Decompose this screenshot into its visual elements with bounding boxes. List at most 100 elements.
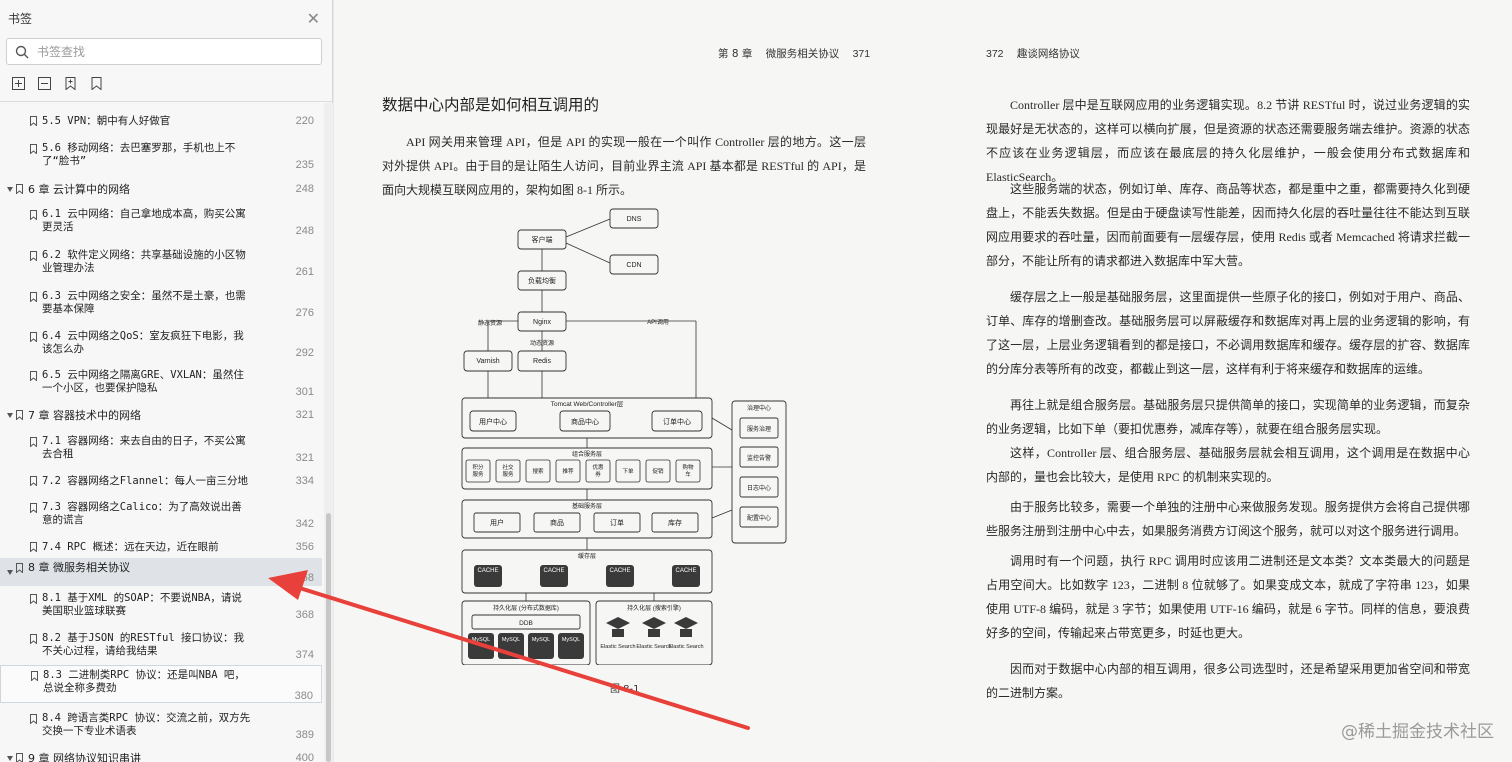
document-viewer: 第 8 章 微服务相关协议 371 数据中心内部是如何相互调用的 API 网关用…: [334, 0, 1512, 762]
bookmark-search-box[interactable]: [6, 38, 322, 65]
collapse-caret-icon[interactable]: [7, 569, 13, 575]
bookmark-icon[interactable]: [88, 75, 104, 91]
bookmark-title: 6.5 云中网络之隔离GRE、VXLAN：虽然住一个小区，也要保护隐私: [42, 369, 244, 394]
bookmark-icon: [16, 410, 23, 421]
bookmark-chapter[interactable]: 7 章 容器技术中的网络 321: [0, 405, 322, 425]
bookmark-item[interactable]: 7.2 容器网络之Flannel：每人一亩三分地 334: [0, 471, 322, 491]
collapse-all-icon[interactable]: [36, 75, 52, 91]
bookmark-item[interactable]: 6.2 软件定义网络：共享基础设施的小区物业管理办法 261: [0, 246, 322, 280]
bookmark-icon: [31, 671, 38, 682]
fig-monitor: 监控告警: [747, 454, 771, 462]
fig-persist1: 持久化层 (分布式数据库): [493, 604, 559, 612]
bookmark-item[interactable]: 8.2 基于JSON 的RESTful 接口协议：我不关心过程，请给我结果 37…: [0, 629, 322, 663]
bookmark-icon: [30, 332, 37, 343]
collapse-caret-icon[interactable]: [7, 755, 13, 761]
bookmark-title: 5.6 移动网络：去巴塞罗那，手机也上不了“脸书”: [42, 142, 236, 167]
bookmark-icon: [30, 144, 37, 155]
bookmark-list: 5.5 VPN：朝中有人好做官 220 5.6 移动网络：去巴塞罗那，手机也上不了“…: [0, 103, 322, 762]
bookmark-title: 6.2 软件定义网络：共享基础设施的小区物业管理办法: [42, 249, 246, 274]
bookmark-item[interactable]: 7.1 容器网络：来去自由的日子，不买公寓去合租 321: [0, 432, 322, 466]
bookmark-title: 8.3 二进制类RPC 协议：还是叫NBA 吧，总说全称多费劲: [43, 669, 245, 694]
fig-combo-box: [675, 459, 701, 483]
bookmark-item[interactable]: 6.3 云中网络之安全：虽然不是土豪，也需要基本保障 276: [0, 287, 322, 321]
bookmark-item[interactable]: 8.1 基于XML 的SOAP：不要说NBA，请说美国职业篮球联赛 368: [0, 589, 322, 623]
fig-nginx: Nginx: [533, 319, 551, 326]
bookmark-item[interactable]: 6.4 云中网络之QoS：室友疯狂下电影，我该怎么办 292: [0, 327, 322, 361]
paragraph: 由于服务比较多，需要一个单独的注册中心来做服务发现。服务提供方会将自己提供哪些服…: [986, 500, 1470, 538]
bookmark-page-number: 356: [295, 540, 314, 553]
fig-combo-box: [585, 459, 611, 483]
bookmark-item[interactable]: 7.4 RPC 概述：远在天边，近在眼前 356: [0, 537, 322, 557]
scrollbar-thumb[interactable]: [326, 513, 331, 762]
sidebar-scrollbar[interactable]: [324, 103, 333, 762]
bookmark-chapter[interactable]: 6 章 云计算中的网络 248: [0, 179, 322, 199]
fig-mysql-1: MySQL: [502, 637, 520, 643]
paragraph: API 网关用来管理 API，但是 API 的实现一般在一个叫作 Control…: [382, 135, 866, 197]
bookmark-item[interactable]: 6.5 云中网络之隔离GRE、VXLAN：虽然住一个小区，也要保护隐私 301: [0, 366, 322, 400]
bookmark-item[interactable]: 7.3 容器网络之Calico：为了高效说出善意的谎言 342: [0, 498, 322, 532]
fig-es-2: Elastic Search: [668, 644, 703, 650]
fig-dynamic: 动态资源: [530, 339, 554, 347]
collapse-caret-icon[interactable]: [7, 186, 13, 192]
fig-combo-box: [495, 459, 521, 483]
bookmark-title: 7 章 容器技术中的网络: [28, 408, 141, 422]
header-chapter: 第 8 章: [718, 48, 753, 60]
bookmark-title: 9 章 网络协议知识串讲: [28, 751, 141, 762]
bookmark-title: 6.3 云中网络之安全：虽然不是土豪，也需要基本保障: [42, 290, 246, 315]
expand-all-icon[interactable]: [10, 75, 26, 91]
bookmark-chapter[interactable]: 8 章 微服务相关协议 368: [0, 558, 322, 586]
pdf-reader-window: 书签 ✕ 5.5 VPN：朝中有人好做官 220 5.6 移动网络：去巴塞罗那，手机…: [0, 0, 1512, 762]
fig-product-center: 商品中心: [571, 417, 599, 426]
bookmark-icon: [16, 753, 23, 762]
fig-combo-layer: 组合服务层: [572, 450, 602, 458]
bookmark-page-number: 342: [295, 518, 314, 530]
paragraph: 调用时有一个问题，执行 RPC 调用时应该用二进制还是文本类？文本类最大的问题是…: [986, 554, 1470, 640]
paragraph: 因而对于数据中心内部的相互调用，很多公司选型时，还是希望采用更加省空间和带宽的二…: [986, 662, 1470, 700]
fig-cache-2: CACHE: [609, 568, 630, 574]
fig-base-2: 订单: [610, 518, 624, 527]
fig-cdn: CDN: [626, 262, 641, 269]
fig-cache-1: CACHE: [543, 568, 564, 574]
bookmark-page-number: 220: [295, 114, 314, 127]
bookmark-search-input[interactable]: [37, 44, 297, 59]
bookmark-title: 7.3 容器网络之Calico：为了高效说出善意的谎言: [42, 501, 242, 526]
bookmark-item[interactable]: 6.1 云中网络：自己拿地成本高，购买公寓更灵活 248: [0, 205, 322, 239]
fig-user-center: 用户中心: [479, 417, 507, 426]
fig-es-1: Elastic Search: [636, 644, 671, 650]
bookmark-icon: [30, 714, 37, 725]
fig-persist2: 持久化层 (搜索引擎): [627, 604, 681, 612]
bookmark-page-number: 301: [295, 386, 314, 398]
fig-redis: Redis: [533, 358, 551, 365]
search-icon: [15, 45, 29, 58]
bookmark-item[interactable]: 5.5 VPN：朝中有人好做官 220: [0, 111, 322, 131]
bookmark-page-number: 389: [295, 729, 314, 741]
bookmark-page-number: 248: [295, 225, 314, 237]
fig-svc-gov: 服务治理: [747, 425, 771, 433]
sidebar-title: 书签: [8, 11, 33, 26]
bookmark-item[interactable]: 8.4 跨语言类RPC 协议：交流之前，双方先交换一下专业术语表 389: [0, 709, 322, 743]
bookmark-item[interactable]: 5.6 移动网络：去巴塞罗那，手机也上不了“脸书” 235: [0, 139, 322, 173]
bookmark-icon: [30, 251, 37, 262]
bookmark-title: 5.5 VPN：朝中有人好做官: [42, 114, 171, 127]
fig-cache-0: CACHE: [477, 568, 498, 574]
bookmark-icon: [30, 594, 37, 605]
bookmark-title: 8.4 跨语言类RPC 协议：交流之前，双方先交换一下专业术语表: [42, 712, 251, 737]
bookmark-item[interactable]: 8.3 二进制类RPC 协议：还是叫NBA 吧，总说全称多费劲 380: [0, 665, 322, 703]
paragraph: 这些服务端的状态，例如订单、库存、商品等状态，都是重中之重，都需要持久化到硬盘上…: [986, 182, 1470, 268]
bookmark-page-number: 248: [295, 182, 314, 195]
bookmark-page-number: 292: [295, 347, 314, 359]
fig-combo-label: 下单: [622, 467, 634, 475]
add-bookmark-icon[interactable]: [62, 75, 78, 91]
bookmark-page-number: 380: [294, 690, 313, 702]
bookmark-sidebar: 书签 ✕ 5.5 VPN：朝中有人好做官 220 5.6 移动网络：去巴塞罗那，手机…: [0, 0, 333, 762]
bookmark-title: 6.4 云中网络之QoS：室友疯狂下电影，我该怎么办: [42, 330, 244, 355]
collapse-caret-icon[interactable]: [7, 412, 13, 418]
bookmark-icon: [30, 634, 37, 645]
close-icon[interactable]: ✕: [307, 9, 320, 28]
bookmark-chapter[interactable]: 9 章 网络协议知识串讲 400: [0, 748, 322, 762]
bookmark-title: 6.1 云中网络：自己拿地成本高，购买公寓更灵活: [42, 208, 246, 233]
header-page-number: 372: [986, 48, 1004, 60]
fig-client: 客户端: [532, 235, 553, 244]
fig-combo-box: [465, 459, 491, 483]
fig-combo-label: 优惠券: [592, 463, 604, 478]
